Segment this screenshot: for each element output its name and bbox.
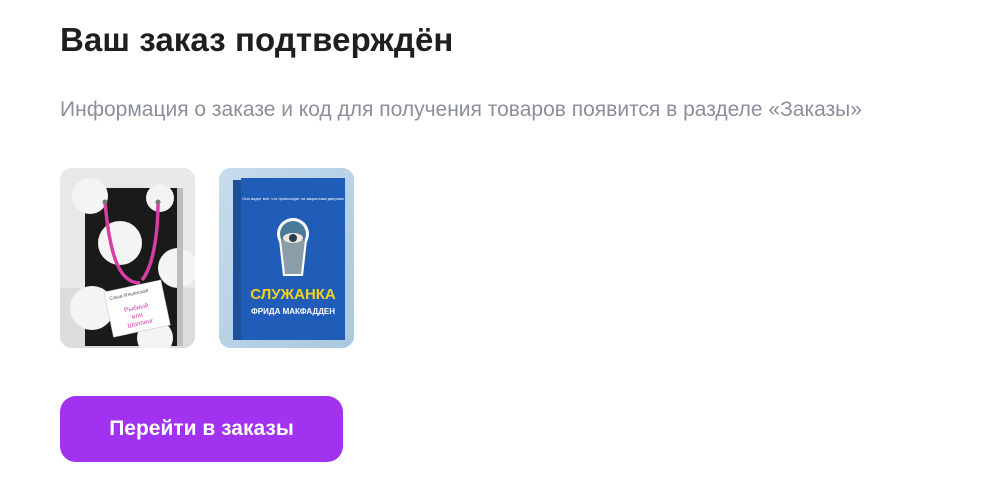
cover-author-text: ФРИДА МАКФАДДЕН xyxy=(251,307,335,316)
product-image[interactable]: Она видит всё, что происходит за закрыты… xyxy=(219,168,354,348)
order-info-text: Информация о заказе и код для получения … xyxy=(60,98,862,121)
book-cover-image: Саша Ильинская Рыбный или Шоппинг xyxy=(60,168,195,348)
cover-title-text: СЛУЖАНКА xyxy=(250,286,336,303)
book-cover-image: Она видит всё, что происходит за закрыты… xyxy=(219,168,354,348)
page-title: Ваш заказ подтверждён xyxy=(60,21,454,58)
cover-tagline-text: Она видит всё, что происходит за закрыты… xyxy=(242,196,344,201)
go-to-orders-button[interactable]: Перейти в заказы xyxy=(60,396,343,462)
product-image[interactable]: Саша Ильинская Рыбный или Шоппинг xyxy=(60,168,195,348)
